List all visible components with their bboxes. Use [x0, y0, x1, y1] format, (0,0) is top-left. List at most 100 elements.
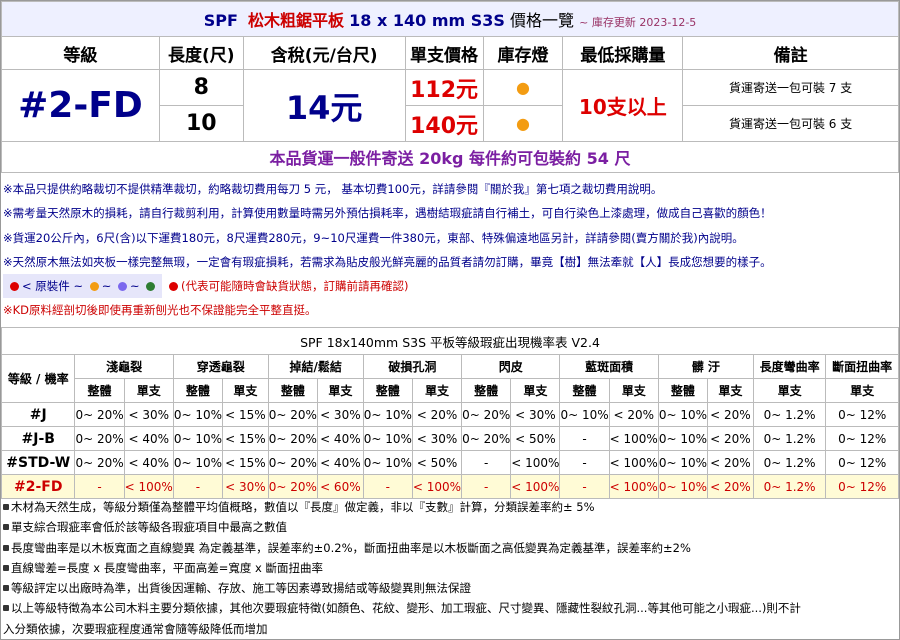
defect-cell: 0~ 12% [825, 450, 899, 475]
defect-cell: < 100% [510, 450, 561, 475]
price-page: SPF 松木粗鋸平板 18 x 140 mm S3S 價格一覽 ~ 庫存更新 2… [0, 0, 900, 640]
defect-sub-row: 整體 單支 整體 單支 整體 單支 整體 單支 整體 單支 整體 單支 整體 單支 單支 單支 [2, 378, 899, 403]
defect-cell: 0~ 20% [267, 426, 318, 451]
sub-header: 整體 [461, 378, 512, 403]
bullet-icon [3, 605, 9, 612]
footnote-text: 單支綜合瑕疵率會低於該等級各瑕疵項目中最高之數值 [11, 520, 287, 535]
remark-cell: 貨運寄送一包可裝 7 支 [682, 69, 899, 106]
red-dot-icon [10, 282, 19, 292]
defect-caption-row: SPF 18x140mm S3S 平板等級瑕疵出現機率表 V2.4 [1, 327, 899, 355]
defect-cell: - [172, 474, 224, 499]
bullet-icon [3, 564, 9, 571]
note-line: ※需考量天然原木的損耗，請自行裁剪利用，計算使用數量時需另外預估損耗率，遇樹結瑕… [3, 206, 772, 221]
defect-cell: - [461, 450, 512, 475]
shipping-note: 本品貨運一般件寄送 20kg 每件約可包裝約 54 尺 [1, 141, 899, 173]
col-min-qty: 最低採購量 [562, 36, 684, 70]
kd-note: ※KD原料經剖切後即使再重新刨光也不保證能完全平整直挺。 [3, 303, 317, 318]
sub-header: 單支 [752, 378, 827, 403]
bullet-icon [3, 544, 9, 551]
defect-cell: 0~ 20% [461, 426, 512, 451]
sub-header: 整體 [267, 378, 318, 403]
sub-header: 單支 [825, 378, 899, 403]
defect-cell: - [461, 474, 512, 499]
defect-cell: < 100% [411, 474, 463, 499]
col-stock: 庫存燈 [482, 36, 564, 70]
defect-row: #J-B 0~ 20% < 40% 0~ 10% < 15% 0~ 20% < 40% 0~ … [0, 426, 899, 451]
legend-box: < 原裝件 ~ ~ ~ [3, 274, 163, 299]
purple-dot-icon [118, 282, 128, 292]
group-header: 斷面扭曲率 [825, 354, 899, 379]
footnote-text: 長度彎曲率是以木板寬面之直線變異 為定義基準，誤差率約±0.2%，斷面扭曲率是以… [11, 540, 691, 555]
footnote-line: 單支綜合瑕疵率會低於該等級各瑕疵項目中最高之數值 [3, 517, 897, 537]
defect-cell: 0~ 10% [172, 402, 224, 427]
footnote-line: 長度彎曲率是以木板寬面之直線變異 為定義基準，誤差率約±0.2%，斷面扭曲率是以… [3, 538, 897, 558]
sub-header: 單支 [510, 378, 561, 403]
defect-cell: - [559, 450, 610, 475]
defect-cell: 0~ 10% [172, 426, 224, 451]
unit-price-cell: 140元 [404, 105, 484, 142]
sub-header: 整體 [362, 378, 413, 403]
defect-row-grade: #J-B [0, 426, 76, 451]
sub-header: 單支 [608, 378, 659, 403]
defect-cell: - [559, 426, 610, 451]
defect-cell: < 30% [123, 402, 174, 427]
defect-row-grade: #2-FD [0, 474, 76, 499]
sub-header: 單支 [222, 378, 269, 403]
defect-cell: < 20% [608, 402, 659, 427]
defect-cell: < 50% [411, 450, 463, 475]
col-remark: 備註 [682, 36, 899, 70]
red-dot-icon [169, 282, 178, 292]
corner-label: 等級 / 機率 [0, 354, 76, 403]
defect-cell: 0~ 1.2% [752, 474, 827, 499]
group-header: 破損孔洞 [362, 354, 463, 379]
length-cell: 8 [158, 69, 244, 106]
defect-cell: 0~ 20% [74, 426, 125, 451]
col-price-tax: 含稅(元/台尺) [242, 36, 406, 70]
page-title: SPF 松木粗鋸平板 18 x 140 mm S3S 價格一覽 ~ 庫存更新 2… [1, 1, 899, 37]
defect-cell: < 30% [411, 426, 463, 451]
footnote-text: 以上等級特徵為本公司木料主要分類依據，其他次要瑕疵特徵(如顏色、花紋、變形、加工… [11, 601, 801, 616]
footnote-text: 木材為天然生成，等級分類僅為整體平均值概略，數值以『長度』做定義，非以『支數』計… [11, 500, 595, 514]
defect-cell: 0~ 10% [559, 402, 610, 427]
defect-cell: < 15% [222, 402, 269, 427]
bullet-icon [3, 585, 9, 592]
defect-cell: < 20% [707, 450, 754, 475]
defect-cell: < 100% [123, 474, 174, 499]
defect-cell: 0~ 10% [172, 450, 224, 475]
defect-cell: < 20% [411, 402, 463, 427]
title-spec: 18 x 140 mm S3S [349, 11, 505, 30]
defect-cell: < 100% [608, 474, 659, 499]
sub-header: 整體 [74, 378, 125, 403]
defect-cell: 0~ 20% [74, 402, 125, 427]
defect-cell: 0~ 10% [657, 450, 709, 475]
defect-cell: 0~ 20% [74, 450, 125, 475]
sub-header: 單支 [411, 378, 463, 403]
green-dot-icon [146, 282, 156, 292]
defect-cell: - [362, 474, 413, 499]
group-header: 髒 汙 [657, 354, 754, 379]
defect-cell: 0~ 1.2% [752, 450, 827, 475]
unit-price-cell: 112元 [404, 69, 484, 106]
defect-cell: < 20% [707, 402, 754, 427]
defect-cell: 0~ 10% [657, 402, 709, 427]
footnote-line: 等級評定以出廠時為準，出貨後因運輸、存放、施工等因素導致揚結或等級變異則無法保證 [3, 578, 897, 598]
defect-cell: < 40% [123, 450, 174, 475]
defect-cell: 0~ 12% [825, 426, 899, 451]
defect-cell: < 30% [510, 402, 561, 427]
defect-cell: < 40% [123, 426, 174, 451]
defect-cell: < 30% [222, 474, 269, 499]
header-row: 等級 長度(尺) 含稅(元/台尺) 單支價格 庫存燈 最低採購量 備註 [1, 36, 899, 70]
defect-body: #J 0~ 20% < 30% 0~ 10% < 15% 0~ 20% < 30% 0~ 10… [0, 402, 899, 499]
price-table: SPF 松木粗鋸平板 18 x 140 mm S3S 價格一覽 ~ 庫存更新 2… [1, 1, 899, 173]
note-line: ※本品只提供約略裁切不提供精準裁切，約略裁切費用每刀 5 元， 基本切費100元… [3, 182, 663, 196]
price-cell: 14元 [242, 69, 406, 142]
legend-line: < 原裝件 ~ ~ ~ (代表可能隨時會缺貨狀態，訂購前請再確認) [3, 274, 897, 299]
group-header: 掉結/鬆結 [267, 354, 364, 379]
footnote-line: 直線彎差=長度 x 長度彎曲率，平面高差=寬度 x 斷面扭曲率 [3, 558, 897, 578]
footnote-text: 入分類依據，次要瑕疵程度通常會隨等級降低而增加 [3, 621, 268, 636]
defect-cell: < 20% [707, 426, 754, 451]
legend-warning: (代表可能隨時會缺貨狀態，訂購前請再確認) [181, 279, 409, 294]
defect-cell: < 100% [608, 426, 659, 451]
defect-cell: 0~ 20% [461, 402, 512, 427]
title-product: 松木粗鋸平板 [248, 11, 345, 30]
